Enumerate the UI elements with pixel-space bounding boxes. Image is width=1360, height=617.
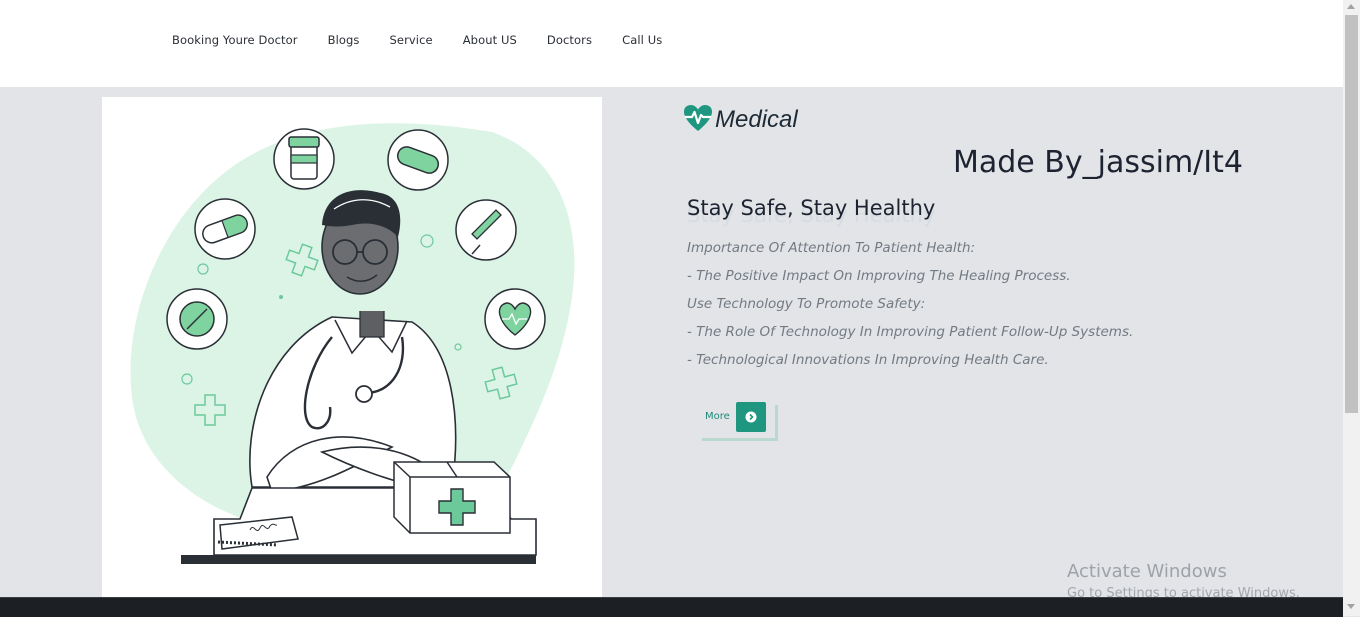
heart-pulse-icon: [683, 104, 713, 136]
navbar: Booking Youre Doctor Blogs Service About…: [0, 0, 1343, 87]
nav-link-call[interactable]: Call Us: [622, 33, 662, 47]
arrow-right-circle-icon: [745, 408, 757, 427]
hero-description: Importance Of Attention To Patient Healt…: [687, 240, 1133, 380]
nav-link-service[interactable]: Service: [390, 33, 433, 47]
scroll-up-arrow-icon[interactable]: [1347, 4, 1355, 9]
more-link[interactable]: More: [705, 411, 730, 422]
description-line: - The Positive Impact On Improving The H…: [687, 268, 1071, 284]
description-line: Importance Of Attention To Patient Healt…: [687, 240, 976, 256]
nav-link-blogs[interactable]: Blogs: [328, 33, 360, 47]
doctor-illustration: [130, 123, 575, 564]
more-button[interactable]: [736, 402, 766, 432]
nav-link-doctors[interactable]: Doctors: [547, 33, 592, 47]
nav-links: Booking Youre Doctor Blogs Service About…: [172, 33, 692, 47]
description-line: Use Technology To Promote Safety:: [687, 296, 926, 312]
nav-link-booking[interactable]: Booking Youre Doctor: [172, 33, 298, 47]
brand-name: Medical: [715, 106, 798, 133]
scrollbar-thumb[interactable]: [1345, 15, 1358, 413]
hero-headline: Stay Safe, Stay Healthy: [687, 196, 936, 220]
made-by-title: Made By_jassim/It4: [953, 145, 1243, 180]
footer-bar: [0, 597, 1343, 617]
hero-illustration-card: [102, 97, 602, 597]
description-line: - The Role Of Technology In Improving Pa…: [687, 324, 1134, 340]
description-line: - Technological Innovations In Improving…: [687, 352, 1049, 368]
more-button-group: More: [700, 401, 780, 443]
brand-logo[interactable]: Medical: [683, 104, 798, 136]
nav-link-about[interactable]: About US: [463, 33, 517, 47]
scroll-down-arrow-icon[interactable]: [1347, 604, 1355, 609]
windows-activation-title: Activate Windows: [1067, 561, 1227, 582]
